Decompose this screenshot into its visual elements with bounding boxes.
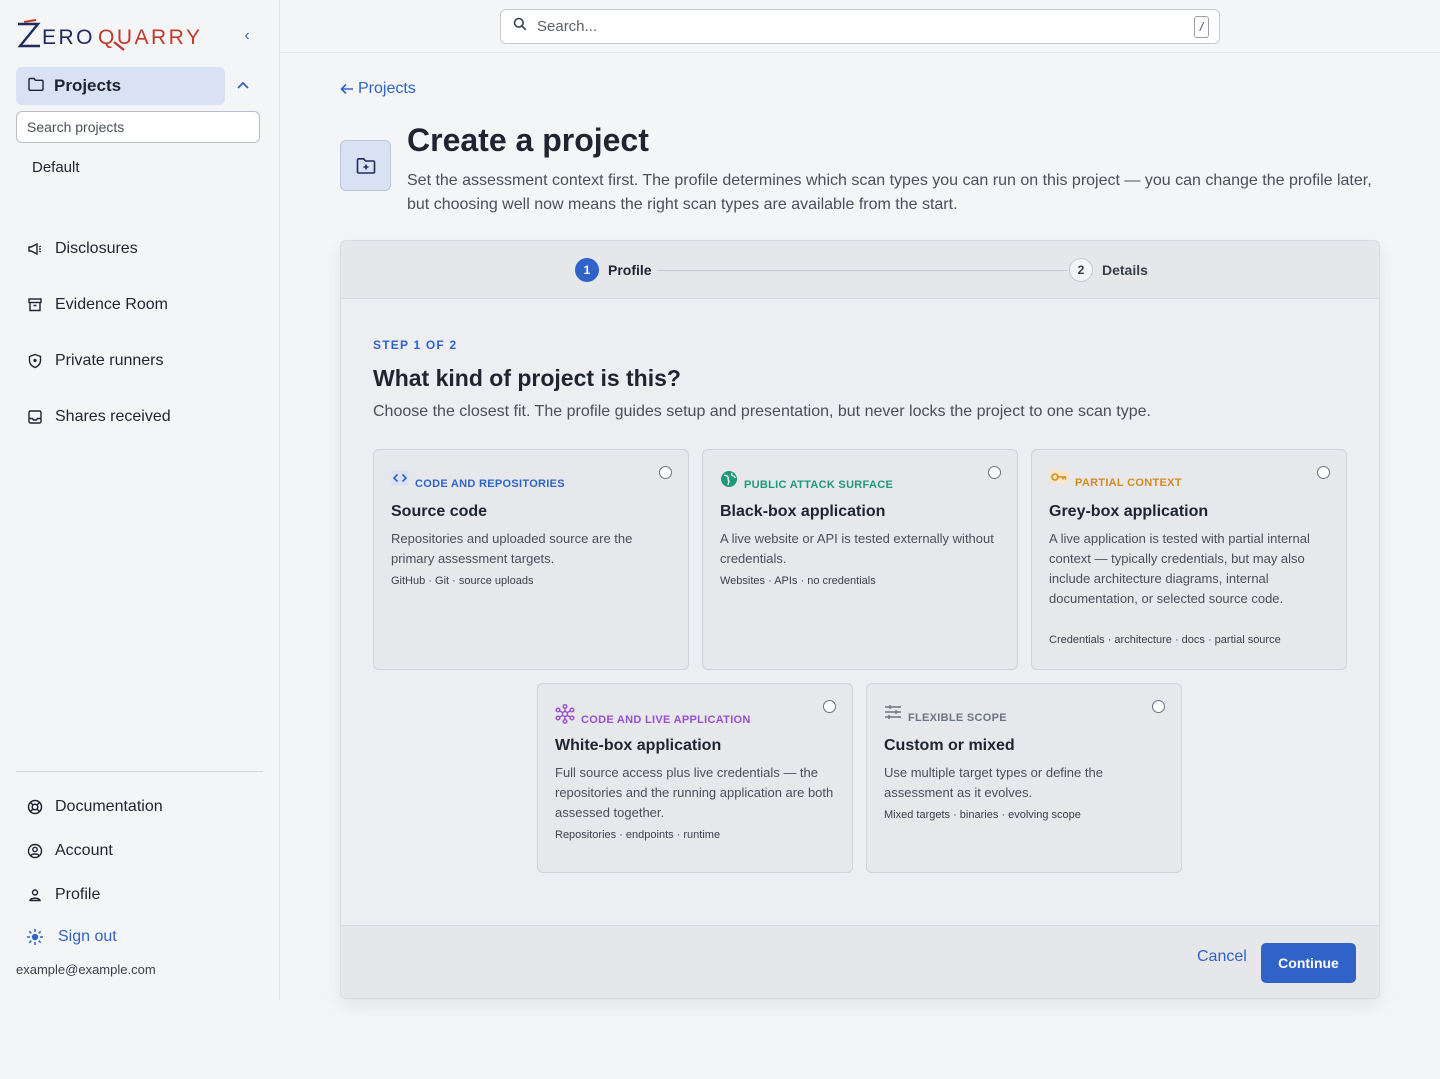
step-number: 2 [1069, 258, 1093, 282]
global-search-input[interactable] [537, 18, 1177, 35]
option-tags: GitHub · Git · source uploads [391, 575, 534, 587]
search-icon [513, 17, 527, 36]
option-title: White-box application [555, 737, 722, 754]
user-circle-icon [26, 842, 44, 860]
lifebuoy-icon [26, 798, 44, 816]
option-tags: Websites · APIs · no credentials [720, 575, 876, 587]
sidebar-item-evidence-room[interactable]: Evidence Room [26, 296, 168, 314]
global-search[interactable]: / [500, 9, 1220, 44]
sidebar-item-shares-received[interactable]: Shares received [26, 408, 171, 426]
sliders-icon [884, 704, 902, 725]
option-title: Black-box application [720, 503, 886, 520]
zeroquarry-logo[interactable]: ERO QUARRY [16, 18, 216, 52]
shield-icon [26, 352, 44, 370]
sidebar-item-label: Documentation [55, 798, 163, 815]
option-title: Grey-box application [1049, 503, 1209, 520]
step-description: Choose the closest fit. The profile guid… [373, 403, 1151, 420]
inbox-icon [26, 408, 44, 426]
step-profile[interactable]: 1 Profile [575, 258, 652, 282]
projects-label: Projects [54, 76, 122, 95]
option-description: Full source access plus live credentials… [555, 765, 834, 820]
sidebar-item-disclosures[interactable]: Disclosures [26, 240, 138, 258]
code-icon [391, 470, 409, 491]
step-label: Profile [608, 262, 652, 278]
sidebar-item-label: Disclosures [55, 240, 138, 257]
sidebar-item-account[interactable]: Account [26, 842, 113, 860]
sidebar-item-label: Evidence Room [55, 296, 168, 313]
stepper: 1 Profile 2 Details [341, 241, 1379, 299]
sidebar-item-private-runners[interactable]: Private runners [26, 352, 164, 370]
option-tags: Mixed targets · binaries · evolving scop… [884, 809, 1081, 821]
page-title: Create a project [407, 122, 649, 158]
sign-out-button[interactable]: Sign out [26, 928, 117, 946]
archive-icon [26, 296, 44, 314]
sidebar-item-profile[interactable]: Profile [26, 886, 100, 904]
svg-text:ERO: ERO [42, 26, 95, 49]
option-radio[interactable] [1317, 466, 1330, 479]
project-item-default[interactable]: Default [32, 159, 80, 176]
profile-option-grey-box[interactable]: PARTIAL CONTEXT Grey-box application A l… [1031, 449, 1347, 670]
option-tags: Credentials · architecture · docs · part… [1049, 634, 1281, 646]
create-project-wizard: 1 Profile 2 Details STEP 1 OF 2 What kin… [340, 240, 1380, 999]
svg-text:QUARRY: QUARRY [98, 26, 202, 49]
profile-option-custom[interactable]: FLEXIBLE SCOPE Custom or mixed Use multi… [866, 683, 1182, 873]
globe-icon [720, 470, 738, 493]
cancel-button[interactable]: Cancel [1197, 948, 1247, 966]
profile-option-source-code[interactable]: CODE AND REPOSITORIES Source code Reposi… [373, 449, 689, 670]
project-search-input[interactable] [16, 111, 260, 143]
collapse-sidebar-button[interactable]: ‹ [238, 26, 256, 46]
user-email: example@example.com [16, 962, 156, 977]
option-category: CODE AND LIVE APPLICATION [581, 713, 751, 726]
page-description: Set the assessment context first. The pr… [407, 172, 1372, 213]
option-category: CODE AND REPOSITORIES [415, 477, 565, 490]
option-radio[interactable] [988, 466, 1001, 479]
option-tags: Repositories · endpoints · runtime [555, 829, 721, 841]
option-radio[interactable] [659, 466, 672, 479]
option-title: Custom or mixed [884, 737, 1015, 754]
option-description: A live application is tested with partia… [1049, 531, 1310, 606]
arrow-left-icon [340, 82, 354, 96]
sidebar-item-label: Shares received [55, 408, 171, 425]
option-radio[interactable] [823, 700, 836, 713]
option-category: PARTIAL CONTEXT [1075, 476, 1182, 489]
back-link-label: Projects [358, 80, 416, 97]
step-title: What kind of project is this? [373, 365, 681, 391]
topbar: / [280, 0, 1440, 53]
option-category: FLEXIBLE SCOPE [908, 711, 1007, 724]
wizard-footer: Cancel Continue [341, 925, 1379, 998]
sidebar-item-label: Account [55, 842, 113, 859]
key-icon [1049, 470, 1069, 489]
sidebar-item-documentation[interactable]: Documentation [26, 798, 163, 816]
option-description: A live website or API is tested external… [720, 531, 994, 566]
back-to-projects-link[interactable]: Projects [340, 80, 416, 98]
option-description: Repositories and uploaded source are the… [391, 531, 633, 566]
search-shortcut-key: / [1194, 16, 1209, 38]
folder-icon [28, 77, 44, 96]
sidebar-divider [16, 771, 263, 772]
sign-out-label: Sign out [58, 928, 117, 945]
projects-nav-button[interactable]: Projects [16, 67, 225, 105]
chevron-up-icon[interactable] [233, 76, 253, 96]
step-label: Details [1102, 262, 1148, 278]
sidebar-item-label: Profile [55, 886, 101, 903]
sidebar: ERO QUARRY ‹ Projects Default Disclosure… [0, 0, 280, 1000]
profile-option-black-box[interactable]: PUBLIC ATTACK SURFACE Black-box applicat… [702, 449, 1018, 670]
option-radio[interactable] [1152, 700, 1165, 713]
step-eyebrow: STEP 1 OF 2 [373, 338, 458, 352]
network-icon [555, 704, 575, 729]
profile-option-white-box[interactable]: CODE AND LIVE APPLICATION White-box appl… [537, 683, 853, 873]
sun-icon [26, 928, 44, 946]
option-category: PUBLIC ATTACK SURFACE [744, 478, 894, 491]
option-title: Source code [391, 503, 488, 520]
step-details[interactable]: 2 Details [1069, 258, 1148, 282]
option-description: Use multiple target types or define the … [884, 765, 1103, 800]
continue-button[interactable]: Continue [1261, 943, 1356, 983]
step-connector [657, 270, 1067, 271]
folder-plus-icon [340, 140, 391, 191]
user-icon [26, 886, 44, 904]
megaphone-icon [26, 240, 44, 258]
sidebar-item-label: Private runners [55, 352, 164, 369]
step-number: 1 [575, 258, 599, 282]
